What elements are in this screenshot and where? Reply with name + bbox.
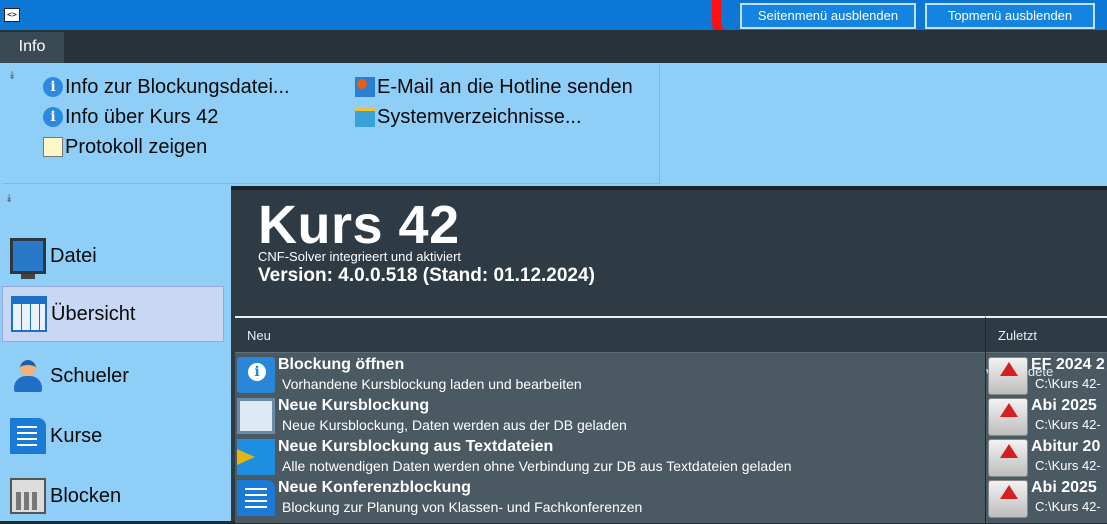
upload-icon xyxy=(988,357,1028,395)
new-panel-header: Neu xyxy=(235,318,985,353)
divider xyxy=(231,186,1107,190)
recent-path: C:\Kurs 42- xyxy=(1035,499,1101,514)
entry-title: Blockung öffnen xyxy=(278,356,405,373)
sidebar-item-schueler[interactable]: Schueler xyxy=(0,348,231,404)
screen-icon xyxy=(237,398,275,434)
recent-item[interactable]: EF 2024 2 C:\Kurs 42- xyxy=(988,355,1107,395)
door-icon xyxy=(237,439,275,475)
entry-description: Vorhandene Kursblockung laden und bearbe… xyxy=(282,376,582,392)
ribbon-item-label: Systemverzeichnisse... xyxy=(377,105,582,128)
monitor-icon xyxy=(10,238,46,279)
info-icon: i xyxy=(43,107,63,127)
entry-blockung-oeffnen[interactable]: Blockung öffnen Vorhandene Kursblockung … xyxy=(237,355,983,395)
ribbon-item-label: Info über Kurs 42 xyxy=(65,105,219,128)
ribbon-item-email-hotline[interactable]: E-Mail an die Hotline senden xyxy=(355,75,633,99)
folder-icon xyxy=(355,107,375,127)
recent-path: C:\Kurs 42- xyxy=(1035,458,1101,473)
entry-konferenzblockung[interactable]: Neue Konferenzblockung Blockung zur Plan… xyxy=(237,478,983,518)
entry-title: Neue Konferenzblockung xyxy=(278,479,471,496)
ribbon-item-label: Info zur Blockungsdatei... xyxy=(65,75,290,98)
bug-mail-icon xyxy=(355,77,375,97)
entry-title: Neue Kursblockung aus Textdateien xyxy=(278,438,554,455)
entry-description: Neue Kursblockung, Daten werden aus der … xyxy=(282,417,627,433)
collapse-chevron-icon[interactable]: ⯯ xyxy=(9,69,16,83)
recent-title: Abitur 20 xyxy=(1031,438,1101,455)
recent-panel: Zuletzt verwendete EF 2024 2 C:\Kurs 42-… xyxy=(986,316,1107,523)
person-icon xyxy=(10,358,46,394)
open-info-icon xyxy=(237,357,275,393)
ribbon-item-info-blockungsdatei[interactable]: i Info zur Blockungsdatei... xyxy=(43,75,290,99)
solver-status: CNF-Solver integrieert und aktiviert xyxy=(258,249,462,264)
protocol-icon xyxy=(43,137,63,157)
upload-icon xyxy=(988,480,1028,518)
ribbon-item-label: Protokoll zeigen xyxy=(65,135,208,158)
collapse-chevron-icon[interactable]: ⯯ xyxy=(6,192,13,206)
recent-title: EF 2024 2 xyxy=(1031,356,1105,373)
recent-item[interactable]: Abi 2025 C:\Kurs 42- xyxy=(988,396,1107,436)
sidebar-item-label: Datei xyxy=(50,244,97,267)
document-icon xyxy=(10,418,46,454)
tab-info[interactable]: Info xyxy=(0,32,64,63)
sidebar-item-uebersicht[interactable]: Übersicht xyxy=(2,286,224,342)
entry-description: Blockung zur Planung von Klassen- und Fa… xyxy=(282,499,643,515)
side-menu: ⯯ Datei Übersicht Schueler Kurse Blocken xyxy=(0,186,231,521)
info-icon: i xyxy=(43,77,63,97)
new-panel: Neu Blockung öffnen Vorhandene Kursblock… xyxy=(235,316,986,523)
version-label: Version: 4.0.0.518 (Stand: 01.12.2024) xyxy=(258,265,595,286)
sidebar-item-label: Blocken xyxy=(50,484,122,507)
ribbon-item-label: E-Mail an die Hotline senden xyxy=(377,75,633,98)
entry-kursblockung-textdateien[interactable]: Neue Kursblockung aus Textdateien Alle n… xyxy=(237,437,983,477)
ribbon-item-info-kurs42[interactable]: i Info über Kurs 42 xyxy=(43,105,218,129)
ribbon-item-systemverzeichnisse[interactable]: Systemverzeichnisse... xyxy=(355,105,582,129)
sidebar-item-blocken[interactable]: Blocken xyxy=(0,468,231,524)
recent-title: Abi 2025 xyxy=(1031,397,1097,414)
ribbon-tab-bar: Info xyxy=(0,30,1107,63)
upload-icon xyxy=(988,398,1028,436)
recent-path: C:\Kurs 42- xyxy=(1035,417,1101,432)
entry-description: Alle notwendigen Daten werden ohne Verbi… xyxy=(282,458,792,474)
sidebar-item-label: Schueler xyxy=(50,364,129,387)
sidebar-item-datei[interactable]: Datei xyxy=(0,228,231,284)
recent-item[interactable]: Abi 2025 C:\Kurs 42- xyxy=(988,478,1107,518)
ribbon-group: ⯯ i Info zur Blockungsdatei... i Info üb… xyxy=(3,65,660,184)
sidebar-item-label: Übersicht xyxy=(51,302,136,325)
app-icon[interactable]: <> xyxy=(4,8,20,22)
ribbon: ⯯ i Info zur Blockungsdatei... i Info üb… xyxy=(0,63,1107,186)
sidebar-item-label: Kurse xyxy=(50,424,103,447)
recent-panel-header: Zuletzt verwendete xyxy=(986,318,1107,379)
sidebar-item-kurse[interactable]: Kurse xyxy=(0,408,231,464)
ribbon-item-protokoll[interactable]: Protokoll zeigen xyxy=(43,135,207,159)
upload-icon xyxy=(988,439,1028,477)
entry-title: Neue Kursblockung xyxy=(278,397,430,414)
entry-neue-kursblockung[interactable]: Neue Kursblockung Neue Kursblockung, Dat… xyxy=(237,396,983,436)
app-title: Kurs 42 xyxy=(258,195,460,255)
grid-icon xyxy=(11,296,47,332)
recent-item[interactable]: Abitur 20 C:\Kurs 42- xyxy=(988,437,1107,477)
recent-path: C:\Kurs 42- xyxy=(1035,376,1101,391)
recent-title: Abi 2025 xyxy=(1031,479,1097,496)
calculator-icon xyxy=(10,478,46,514)
sheet-icon xyxy=(237,480,275,516)
